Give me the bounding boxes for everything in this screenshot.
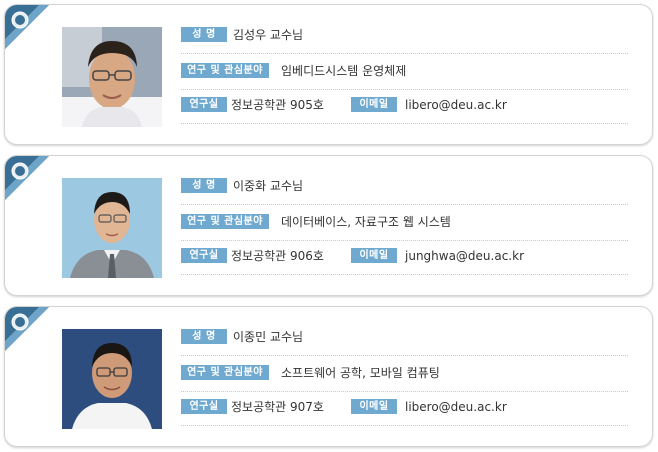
office-label: 연구실 [181,248,227,263]
office-label: 연구실 [181,97,227,112]
contact-row: 연구실 정보공학관 905호 이메일 libero@deu.ac.kr [181,95,628,124]
dotted-divider [181,89,628,90]
name-row: 성 명 이중화 교수님 [181,176,628,205]
dotted-divider [181,123,628,124]
office-location: 정보공학관 905호 [231,98,324,112]
research-row: 연구 및 관심분야 임베디드시스템 운영체제 [181,61,628,90]
dotted-divider [181,425,628,426]
dotted-divider [181,391,628,392]
office-location: 정보공학관 906호 [231,249,324,263]
professor-photo [62,178,162,278]
email-label: 이메일 [351,248,397,263]
contact-row: 연구실 정보공학관 906호 이메일 junghwa@deu.ac.kr [181,246,628,275]
name-label: 성 명 [181,329,227,344]
professor-photo [62,329,162,429]
email-address[interactable]: libero@deu.ac.kr [405,95,507,115]
name-label: 성 명 [181,27,227,42]
research-row: 연구 및 관심분야 데이터베이스, 자료구조 웹 시스템 [181,212,628,241]
professor-photo [62,27,162,127]
research-field: 임베디드시스템 운영체제 [281,64,407,78]
dotted-divider [181,274,628,275]
research-field: 데이터베이스, 자료구조 웹 시스템 [281,215,451,229]
professor-name: 이중화 교수님 [233,179,304,193]
email-label: 이메일 [351,97,397,112]
professor-card: 성 명 김성우 교수님 연구 및 관심분야 임베디드시스템 운영체제 연구실 정… [4,4,653,145]
name-row: 성 명 김성우 교수님 [181,25,628,54]
dotted-divider [181,53,628,54]
research-label: 연구 및 관심분야 [181,365,269,380]
contact-row: 연구실 정보공학관 907호 이메일 libero@deu.ac.kr [181,397,628,426]
office-label: 연구실 [181,399,227,414]
professor-name: 김성우 교수님 [233,28,304,42]
university-emblem-ribbon [5,307,49,351]
research-label: 연구 및 관심분야 [181,214,269,229]
professor-card: 성 명 이중화 교수님 연구 및 관심분야 데이터베이스, 자료구조 웹 시스템… [4,155,653,296]
email-label: 이메일 [351,399,397,414]
office-location: 정보공학관 907호 [231,400,324,414]
name-label: 성 명 [181,178,227,193]
email-address[interactable]: libero@deu.ac.kr [405,397,507,417]
university-emblem-ribbon [5,5,49,49]
university-emblem-ribbon [5,156,49,200]
research-field: 소프트웨어 공학, 모바일 컴퓨팅 [281,366,440,380]
name-row: 성 명 이종민 교수님 [181,327,628,356]
dotted-divider [181,355,628,356]
professor-name: 이종민 교수님 [233,330,304,344]
dotted-divider [181,240,628,241]
research-label: 연구 및 관심분야 [181,63,269,78]
dotted-divider [181,204,628,205]
professor-card: 성 명 이종민 교수님 연구 및 관심분야 소프트웨어 공학, 모바일 컴퓨팅 … [4,306,653,447]
research-row: 연구 및 관심분야 소프트웨어 공학, 모바일 컴퓨팅 [181,363,628,392]
email-address[interactable]: junghwa@deu.ac.kr [405,246,524,266]
